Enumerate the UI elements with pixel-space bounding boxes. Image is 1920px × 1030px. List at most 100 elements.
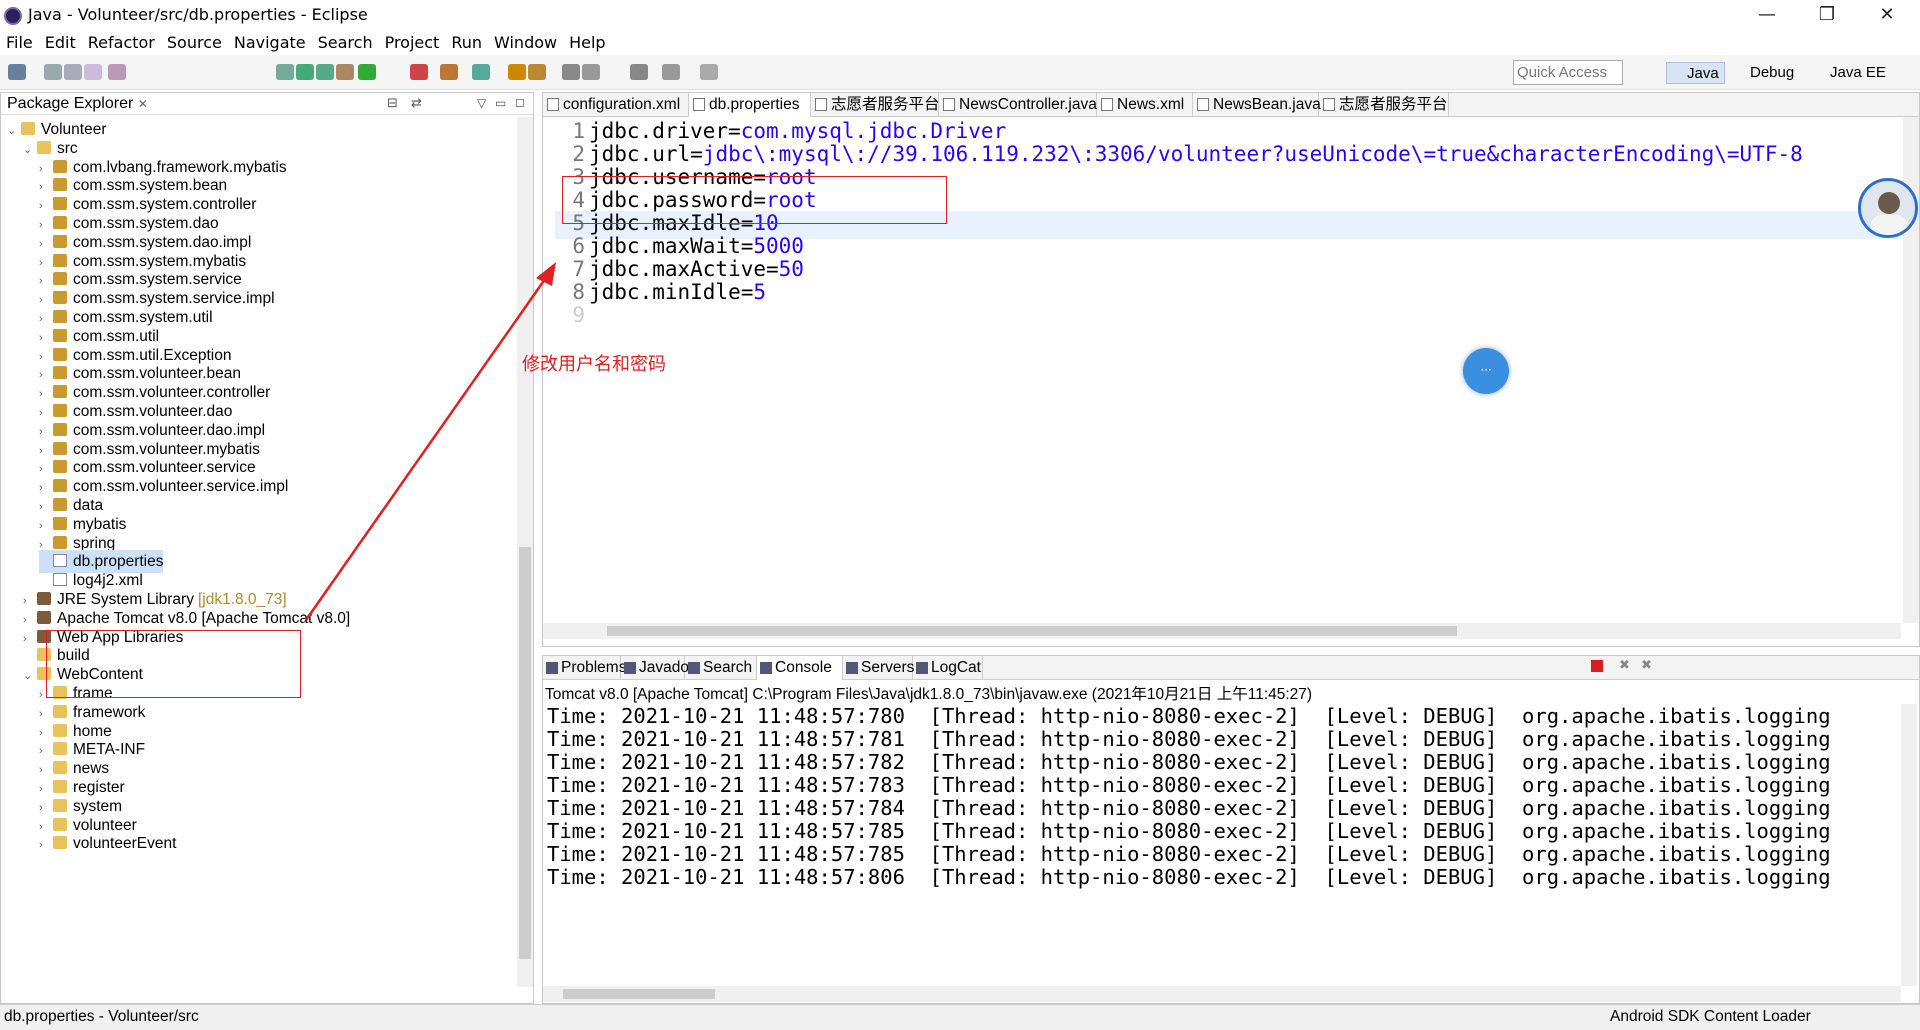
package-icon xyxy=(53,422,67,436)
editor-tab[interactable]: configuration.xml xyxy=(543,93,689,117)
terminate-icon[interactable] xyxy=(1591,660,1603,672)
tree-item-label: META-INF xyxy=(73,741,146,759)
tree-item-label: register xyxy=(73,779,125,796)
expand-right-icon[interactable]: › xyxy=(39,834,53,857)
console-hscrollbar[interactable] xyxy=(543,986,1901,1002)
remove-launch-icon[interactable]: ✖ xyxy=(1619,658,1630,673)
view-menu-icon[interactable]: ▽ xyxy=(477,96,486,110)
folder-icon xyxy=(53,780,67,793)
menu-navigate[interactable]: Navigate xyxy=(228,30,312,55)
toolbar-icon[interactable] xyxy=(44,64,62,80)
code-line[interactable]: jdbc.url=jdbc\:mysql\://39.106.119.232\:… xyxy=(589,142,1803,166)
toolbar-icon[interactable] xyxy=(336,64,354,80)
tree-item[interactable]: › volunteerEvent xyxy=(39,832,176,855)
console-tab[interactable]: Servers xyxy=(843,656,914,680)
code-line[interactable]: jdbc.maxWait=5000 xyxy=(589,234,804,258)
tree-item-label: com.ssm.volunteer.service.impl xyxy=(73,478,289,496)
menu-file[interactable]: File xyxy=(0,30,39,55)
minimize-view-icon[interactable]: ▭ xyxy=(495,96,506,110)
close-button[interactable]: ✕ xyxy=(1860,0,1914,30)
editor-tab[interactable]: NewsController.java xyxy=(939,93,1097,117)
console-tab[interactable]: Javadoc xyxy=(621,656,697,680)
floating-avatar[interactable] xyxy=(1858,178,1918,238)
log-line: Time: 2021-10-21 11:48:57:784 [Thread: h… xyxy=(547,796,1831,820)
tree-item-label: com.ssm.system.service xyxy=(73,271,242,289)
log-line: Time: 2021-10-21 11:48:57:780 [Thread: h… xyxy=(547,704,1831,728)
menu-refactor[interactable]: Refactor xyxy=(82,30,161,55)
menu-project[interactable]: Project xyxy=(379,30,446,55)
console-tab[interactable]: Console xyxy=(757,656,843,680)
toolbar-icon[interactable] xyxy=(64,64,82,80)
toolbar-icon[interactable] xyxy=(8,64,26,80)
menu-source[interactable]: Source xyxy=(161,30,228,55)
package-icon xyxy=(53,404,67,417)
property-value: 5 xyxy=(753,280,767,304)
toolbar-icon[interactable] xyxy=(108,64,126,80)
console-tab[interactable]: Problems xyxy=(543,656,626,680)
console-output[interactable]: Time: 2021-10-21 11:48:57:780 [Thread: h… xyxy=(543,704,1901,986)
editor-hscroll-thumb[interactable] xyxy=(607,626,1457,636)
property-value: 5000 xyxy=(753,234,804,258)
toolbar-icon[interactable] xyxy=(562,64,580,80)
package-icon xyxy=(53,216,67,229)
console-vscrollbar[interactable] xyxy=(1901,704,1917,986)
tree-item-label: com.ssm.volunteer.service xyxy=(73,459,256,477)
floating-assistant-bubble[interactable]: ··· xyxy=(1463,348,1509,394)
expand-down-icon[interactable]: ⌄ xyxy=(7,120,21,143)
log-line: Time: 2021-10-21 11:48:57:781 [Thread: h… xyxy=(547,727,1831,751)
line-number: 2 xyxy=(572,142,585,166)
perspective-java[interactable]: Java xyxy=(1666,62,1725,84)
quick-access-input[interactable]: Quick Access xyxy=(1513,60,1623,85)
perspective-javaee[interactable]: Java EE xyxy=(1810,62,1891,84)
view-icon xyxy=(916,662,928,674)
toolbar-icon[interactable] xyxy=(296,64,314,80)
toolbar-icon[interactable] xyxy=(358,64,376,80)
restore-button[interactable]: ❐ xyxy=(1800,0,1854,30)
menu-window[interactable]: Window xyxy=(488,30,563,55)
toolbar-icon[interactable] xyxy=(84,64,102,80)
minimize-button[interactable]: — xyxy=(1740,0,1794,30)
package-icon xyxy=(53,516,67,530)
editor-tab[interactable]: 志愿者服务平台 xyxy=(1319,93,1449,117)
expand-down-icon[interactable]: ⌄ xyxy=(23,665,37,688)
folder-icon xyxy=(53,723,67,737)
toolbar-icon[interactable] xyxy=(440,64,458,80)
menu-help[interactable]: Help xyxy=(563,30,611,55)
toolbar-icon[interactable] xyxy=(410,64,428,80)
toolbar-icon[interactable] xyxy=(582,64,600,80)
code-line[interactable]: jdbc.minIdle=5 xyxy=(589,280,766,304)
toolbar-icon[interactable] xyxy=(630,64,648,80)
editor-tab[interactable]: News.xml xyxy=(1097,93,1193,117)
toolbar-icon[interactable] xyxy=(276,64,294,80)
editor-tab[interactable]: 志愿者服务平台 xyxy=(811,93,940,117)
console-hscroll-thumb[interactable] xyxy=(563,989,715,999)
toolbar-icon[interactable] xyxy=(662,64,680,80)
toolbar-icon[interactable] xyxy=(700,64,718,80)
editor-tab[interactable]: db.properties xyxy=(689,93,811,117)
menu-edit[interactable]: Edit xyxy=(39,30,82,55)
menu-search[interactable]: Search xyxy=(312,30,379,55)
code-line[interactable]: jdbc.driver=com.mysql.jdbc.Driver xyxy=(589,119,1006,143)
remove-all-icon[interactable]: ✖ xyxy=(1641,658,1652,673)
console-tab[interactable]: LogCat xyxy=(913,656,983,680)
toolbar-icon[interactable] xyxy=(508,64,526,80)
package-explorer-title[interactable]: Package Explorer ✕ xyxy=(7,95,148,113)
maximize-view-icon[interactable]: ◻ xyxy=(515,95,525,109)
link-editor-icon[interactable]: ⇄ xyxy=(411,96,422,111)
expand-down-icon[interactable]: ⌄ xyxy=(23,139,37,162)
window-title: Java - Volunteer/src/db.properties - Ecl… xyxy=(28,5,368,24)
menu-run[interactable]: Run xyxy=(445,30,488,55)
toolbar-icon[interactable] xyxy=(472,64,490,80)
file-icon xyxy=(693,98,705,111)
collapse-all-icon[interactable]: ⊟ xyxy=(387,96,398,111)
toolbar-icon[interactable] xyxy=(528,64,546,80)
editor-tab[interactable]: NewsBean.java xyxy=(1193,93,1321,117)
perspective-debug[interactable]: Debug xyxy=(1730,62,1799,84)
tree-item-label: db.properties xyxy=(73,553,164,571)
code-line[interactable]: jdbc.maxActive=50 xyxy=(589,257,804,281)
folder-icon xyxy=(53,761,67,775)
toolbar-icon[interactable] xyxy=(316,64,334,80)
console-tab[interactable]: Search xyxy=(685,656,757,680)
tree-item-label: framework xyxy=(73,703,146,721)
tree-item-label: com.ssm.system.service.impl xyxy=(73,290,275,308)
